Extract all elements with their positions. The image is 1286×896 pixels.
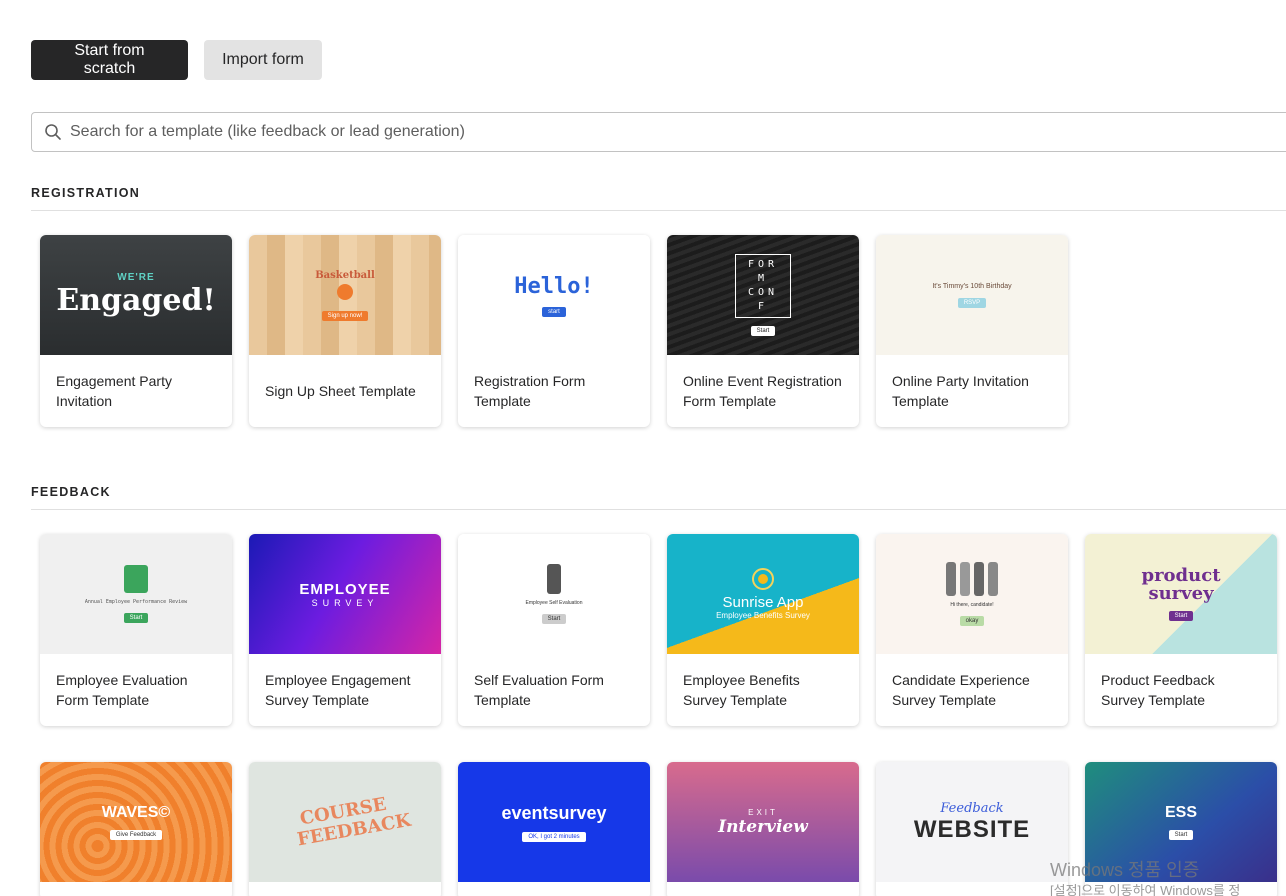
template-thumbnail: It's Timmy's 10th Birthday RSVP: [876, 235, 1068, 355]
sun-icon: [752, 568, 774, 590]
template-card-label: Engagement Party Invitation: [56, 373, 172, 409]
start-from-scratch-button[interactable]: Start from scratch: [31, 40, 188, 80]
thumb-subtitle: SURVEY: [311, 597, 379, 608]
thumb-subtitle: Feedback: [940, 800, 1004, 816]
search-icon: [36, 113, 70, 151]
template-thumbnail: EMPLOYEE SURVEY: [249, 534, 441, 654]
template-card-event-survey[interactable]: eventsurvey OK, I got 2 minutes: [458, 762, 650, 896]
template-thumbnail: Hello! start: [458, 235, 650, 355]
template-card-label: Employee Evaluation Form Template: [56, 672, 188, 708]
windows-activation-watermark-sub: [설정]으로 이동하여 Windows를 정: [1050, 883, 1241, 896]
id-badge-icon: [124, 565, 148, 593]
template-thumbnail: Sunrise App Employee Benefits Survey: [667, 534, 859, 654]
template-thumbnail: eventsurvey OK, I got 2 minutes: [458, 762, 650, 882]
thumb-title: Annual Employee Performance Review: [84, 599, 188, 605]
windows-activation-watermark: Windows 정품 인증: [1050, 860, 1200, 880]
thumb-button: Start: [1168, 830, 1194, 840]
template-card-engagement-party[interactable]: WE'RE Engaged! Engagement Party Invitati…: [40, 235, 232, 427]
template-card-label: Online Party Invitation Template: [892, 373, 1029, 409]
thumb-title: Hi there, candidate!: [950, 602, 994, 608]
thumb-button: Give Feedback: [109, 830, 163, 840]
top-actions: Start from scratch Import form: [31, 40, 322, 80]
template-thumbnail: WAVES© Give Feedback: [40, 762, 232, 882]
thumb-button: OK, I got 2 minutes: [522, 831, 586, 842]
template-card-registration-form[interactable]: Hello! start Registration Form Template: [458, 235, 650, 427]
template-card-label: Product Feedback Survey Template: [1101, 672, 1215, 708]
template-thumbnail: Basketball Sign up now!: [249, 235, 441, 355]
thumb-title: ESS: [1164, 804, 1197, 821]
template-card-candidate-experience[interactable]: Hi there, candidate! okay Candidate Expe…: [876, 534, 1068, 726]
thumb-button: Start: [541, 614, 567, 624]
template-card-sign-up-sheet[interactable]: Basketball Sign up now! Sign Up Sheet Te…: [249, 235, 441, 427]
thumb-button: Start: [750, 326, 776, 336]
template-card-website-feedback[interactable]: Feedback WEBSITE: [876, 762, 1068, 896]
template-card-course-feedback[interactable]: COURSE FEEDBACK: [249, 762, 441, 896]
thumb-title: COURSE FEEDBACK: [295, 793, 413, 851]
thumb-button: start: [542, 306, 566, 317]
thumb-title: Interview: [718, 816, 808, 837]
template-card-exit-interview[interactable]: EXIT Interview: [667, 762, 859, 896]
thumb-button: Sign up now!: [321, 310, 369, 321]
template-thumbnail: WE'RE Engaged!: [40, 235, 232, 355]
thumb-subtitle: Employee Benefits Survey: [716, 611, 810, 620]
template-thumbnail: COURSE FEEDBACK: [249, 762, 441, 882]
template-card-online-party-invitation[interactable]: It's Timmy's 10th Birthday RSVP Online P…: [876, 235, 1068, 427]
thumb-title: It's Timmy's 10th Birthday: [932, 282, 1012, 290]
template-thumbnail: Annual Employee Performance Review Start: [40, 534, 232, 654]
template-thumbnail: product survey Start: [1085, 534, 1277, 654]
template-card-self-evaluation[interactable]: Employee Self Evaluation Start Self Eval…: [458, 534, 650, 726]
template-card-product-feedback[interactable]: product survey Start Product Feedback Su…: [1085, 534, 1277, 726]
thumb-title: eventsurvey: [501, 802, 607, 823]
feedback-row: Annual Employee Performance Review Start…: [40, 534, 1277, 726]
template-thumbnail: FORM CONF Start: [667, 235, 859, 355]
thumb-title: Basketball: [315, 269, 375, 281]
template-card-label: Registration Form Template: [474, 373, 586, 409]
section-title-registration: REGISTRATION: [31, 186, 141, 200]
thumb-button: Start: [1168, 611, 1194, 621]
thumb-title: Engaged!: [56, 283, 216, 318]
section-title-feedback: FEEDBACK: [31, 485, 111, 499]
search-input[interactable]: [70, 114, 1286, 150]
template-thumbnail: Employee Self Evaluation Start: [458, 534, 650, 654]
template-card-waves[interactable]: WAVES© Give Feedback: [40, 762, 232, 896]
thumb-title: WEBSITE: [913, 815, 1031, 843]
thumb-title: Hello!: [514, 273, 594, 299]
import-form-button[interactable]: Import form: [204, 40, 322, 80]
thumb-title: FORM CONF: [735, 254, 791, 318]
template-card-employee-benefits[interactable]: Sunrise App Employee Benefits Survey Emp…: [667, 534, 859, 726]
thumb-title: product survey: [1141, 565, 1221, 604]
template-card-label: Employee Engagement Survey Template: [265, 672, 411, 708]
people-illustration: [946, 562, 998, 596]
thumb-title: Employee Self Evaluation: [525, 600, 583, 606]
template-thumbnail: Feedback WEBSITE: [876, 762, 1068, 882]
template-card-employee-evaluation[interactable]: Annual Employee Performance Review Start…: [40, 534, 232, 726]
thumb-button: RSVP: [957, 297, 987, 308]
thumb-title: WAVES©: [101, 804, 171, 821]
template-search: [31, 112, 1286, 152]
section-divider: [31, 210, 1286, 211]
registration-row: WE'RE Engaged! Engagement Party Invitati…: [40, 235, 1068, 427]
thumb-title: Sunrise App: [722, 594, 804, 611]
thumb-subtitle: EXIT: [748, 807, 778, 817]
template-card-online-event-registration[interactable]: FORM CONF Start Online Event Registratio…: [667, 235, 859, 427]
thumb-button: Start: [123, 613, 149, 623]
thumb-button: okay: [959, 616, 985, 626]
section-divider: [31, 509, 1286, 510]
template-card-label: Candidate Experience Survey Template: [892, 672, 1030, 708]
basketball-icon: [337, 283, 353, 300]
person-icon: [547, 564, 561, 594]
thumb-title: EMPLOYEE: [299, 580, 391, 598]
template-thumbnail: EXIT Interview: [667, 762, 859, 882]
template-card-label: Sign Up Sheet Template: [265, 383, 416, 399]
template-card-employee-engagement[interactable]: EMPLOYEE SURVEY Employee Engagement Surv…: [249, 534, 441, 726]
template-card-label: Employee Benefits Survey Template: [683, 672, 800, 708]
thumb-subtitle: WE'RE: [117, 272, 155, 283]
template-card-label: Self Evaluation Form Template: [474, 672, 604, 708]
template-card-label: Online Event Registration Form Template: [683, 373, 842, 409]
template-thumbnail: Hi there, candidate! okay: [876, 534, 1068, 654]
